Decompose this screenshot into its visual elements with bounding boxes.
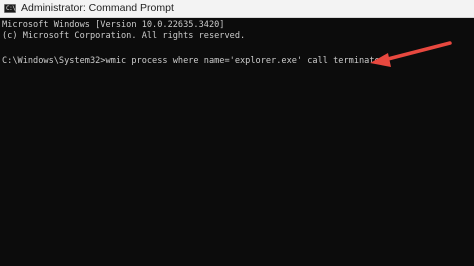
red-arrow-icon	[370, 41, 452, 67]
